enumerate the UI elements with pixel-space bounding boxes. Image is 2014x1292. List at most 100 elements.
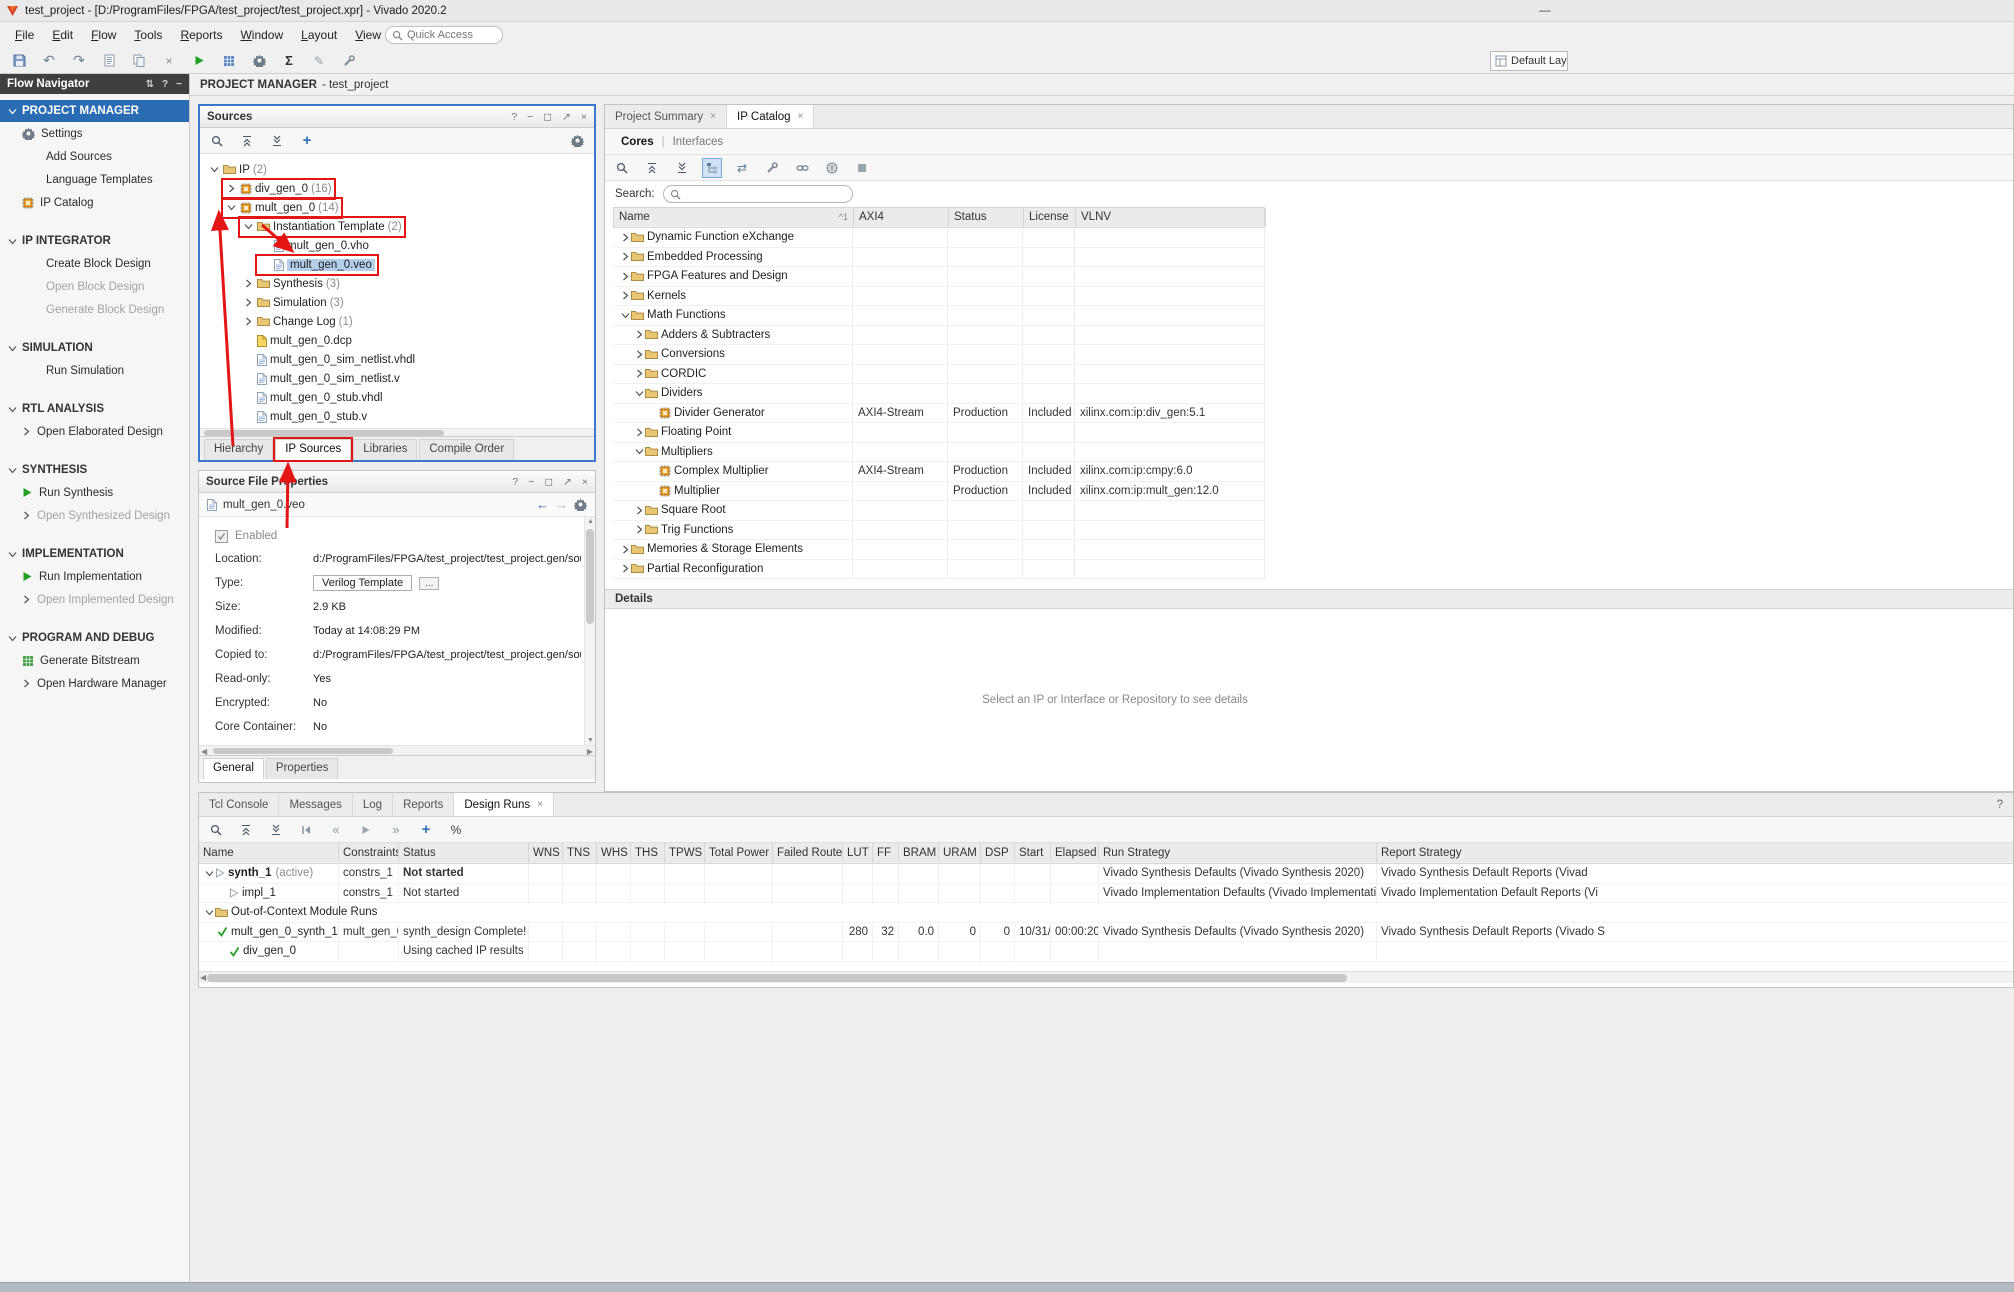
menu-file[interactable]: File xyxy=(6,24,43,46)
column-header-name[interactable]: Name^1 xyxy=(614,208,854,227)
flow-nav-section-simulation[interactable]: SIMULATION xyxy=(0,337,189,359)
ip-catalog-group-square-root[interactable]: Square Root xyxy=(613,501,1265,521)
close-icon[interactable]: × xyxy=(798,111,804,122)
column-header-run-strategy[interactable]: Run Strategy xyxy=(1099,843,1377,863)
scroll-up-icon[interactable]: ▲ xyxy=(585,518,595,525)
flow-nav-item-open-hardware-manager[interactable]: Open Hardware Manager xyxy=(0,672,189,695)
sigma-button[interactable]: Σ xyxy=(280,52,298,70)
column-header-failed-routes[interactable]: Failed Routes xyxy=(773,843,843,863)
tab-ip-catalog[interactable]: IP Catalog× xyxy=(727,105,814,128)
expand-all-button[interactable] xyxy=(673,159,691,177)
menu-reports[interactable]: Reports xyxy=(171,24,231,46)
flow-nav-section-implementation[interactable]: IMPLEMENTATION xyxy=(0,543,189,565)
flow-nav-item-open-block-design[interactable]: Open Block Design xyxy=(0,275,189,298)
design-run-row-synth-1[interactable]: synth_1(active)constrs_1Not startedVivad… xyxy=(199,864,2013,884)
add-button[interactable]: + xyxy=(417,821,435,839)
copy-button[interactable] xyxy=(130,52,148,70)
delete-button[interactable]: × xyxy=(160,52,178,70)
back-arrow-icon[interactable]: ← xyxy=(536,498,549,511)
tab-messages[interactable]: Messages xyxy=(279,793,352,816)
collapse-all-button[interactable] xyxy=(238,132,256,150)
ip-catalog-group-math-functions[interactable]: Math Functions xyxy=(613,306,1265,326)
flow-nav-item-settings[interactable]: Settings xyxy=(0,122,189,145)
tree-item-mult-gen-0-dcp[interactable]: mult_gen_0.dcp xyxy=(200,331,594,350)
properties-h-scrollbar[interactable]: ◀ ▶ xyxy=(199,745,595,755)
enabled-checkbox[interactable] xyxy=(215,530,228,543)
column-header-constraints[interactable]: Constraints xyxy=(339,843,399,863)
column-header-status[interactable]: Status xyxy=(949,208,1024,227)
close-icon[interactable]: × xyxy=(710,111,716,122)
ip-catalog-row-complex-multiplier[interactable]: Complex MultiplierAXI4-StreamProductionI… xyxy=(613,462,1265,482)
wrench-button[interactable] xyxy=(763,159,781,177)
layout-selector[interactable]: Default Layout xyxy=(1490,51,1568,71)
quick-access-search[interactable] xyxy=(385,26,503,44)
scroll-left-icon[interactable]: ◀ xyxy=(200,973,206,982)
column-header-ff[interactable]: FF xyxy=(873,843,899,863)
minimize-icon[interactable]: − xyxy=(176,79,182,90)
column-header-start[interactable]: Start xyxy=(1015,843,1051,863)
tree-item-mult-gen-0-vho[interactable]: mult_gen_0.vho xyxy=(200,236,594,255)
flow-nav-item-run-implementation[interactable]: Run Implementation xyxy=(0,565,189,588)
properties-v-scrollbar[interactable]: ▲ ▼ xyxy=(584,517,595,745)
tab-ip-sources[interactable]: IP Sources xyxy=(275,439,351,460)
design-run-row-div-gen-0[interactable]: div_gen_0Using cached IP results xyxy=(199,942,2013,962)
search-button[interactable] xyxy=(207,821,225,839)
blocks-button[interactable] xyxy=(220,52,238,70)
browse-button[interactable]: ... xyxy=(419,577,439,590)
column-header-bram[interactable]: BRAM xyxy=(899,843,939,863)
help-icon[interactable]: ? xyxy=(511,111,517,123)
ip-catalog-group-dynamic-function-exchange[interactable]: Dynamic Function eXchange xyxy=(613,228,1265,248)
float-icon[interactable]: ◻ xyxy=(544,476,553,488)
expand-all-button[interactable] xyxy=(268,132,286,150)
first-button[interactable] xyxy=(297,821,315,839)
ip-catalog-row-divider-generator[interactable]: Divider GeneratorAXI4-StreamProductionIn… xyxy=(613,404,1265,424)
ip-catalog-group-fpga-features-and-design[interactable]: FPGA Features and Design xyxy=(613,267,1265,287)
scrollbar-thumb[interactable] xyxy=(204,430,444,436)
help-icon[interactable]: ? xyxy=(162,79,168,90)
pencil-button[interactable]: ✎ xyxy=(310,52,328,70)
transfer-button[interactable]: ⇄ xyxy=(733,159,751,177)
gear-icon[interactable] xyxy=(574,498,587,511)
flow-nav-item-create-block-design[interactable]: Create Block Design xyxy=(0,252,189,275)
collapse-all-button[interactable] xyxy=(643,159,661,177)
probe-button[interactable] xyxy=(340,52,358,70)
minimize-icon[interactable]: − xyxy=(528,476,534,488)
column-header-report-strategy[interactable]: Report Strategy xyxy=(1377,843,2013,863)
settings-button[interactable] xyxy=(250,52,268,70)
column-header-axi4[interactable]: AXI4 xyxy=(854,208,949,227)
column-header-tns[interactable]: TNS xyxy=(563,843,597,863)
tree-item-simulation[interactable]: Simulation(3) xyxy=(200,293,594,312)
flow-nav-item-generate-bitstream[interactable]: Generate Bitstream xyxy=(0,649,189,672)
ip-catalog-group-dividers[interactable]: Dividers xyxy=(613,384,1265,404)
sources-h-scrollbar[interactable] xyxy=(200,428,594,436)
updown-icon[interactable]: ⇅ xyxy=(146,79,154,90)
menu-edit[interactable]: Edit xyxy=(43,24,82,46)
tree-item-mult-gen-0-sim-netlist-vhdl[interactable]: mult_gen_0_sim_netlist.vhdl xyxy=(200,350,594,369)
menu-window[interactable]: Window xyxy=(231,24,292,46)
next-button[interactable]: » xyxy=(387,821,405,839)
search-button[interactable] xyxy=(613,159,631,177)
scrollbar-thumb[interactable] xyxy=(207,974,1347,982)
report-button[interactable] xyxy=(100,52,118,70)
help-icon[interactable]: ? xyxy=(1987,793,2013,816)
ip-catalog-group-floating-point[interactable]: Floating Point xyxy=(613,423,1265,443)
ip-catalog-group-trig-functions[interactable]: Trig Functions xyxy=(613,521,1265,541)
column-header-license[interactable]: License xyxy=(1024,208,1076,227)
flow-nav-item-run-synthesis[interactable]: Run Synthesis xyxy=(0,481,189,504)
menu-layout[interactable]: Layout xyxy=(292,24,346,46)
close-icon[interactable]: × xyxy=(582,476,588,488)
flow-nav-item-run-simulation[interactable]: Run Simulation xyxy=(0,359,189,382)
collapse-all-button[interactable] xyxy=(237,821,255,839)
tree-item-div-gen-0[interactable]: div_gen_0(16) xyxy=(200,179,594,198)
ip-catalog-group-multipliers[interactable]: Multipliers xyxy=(613,443,1265,463)
column-header-ths[interactable]: THS xyxy=(631,843,665,863)
scrollbar-thumb[interactable] xyxy=(213,748,393,754)
menu-view[interactable]: View xyxy=(346,24,390,46)
flow-nav-section-rtl-analysis[interactable]: RTL ANALYSIS xyxy=(0,398,189,420)
column-header-vlnv[interactable]: VLNV xyxy=(1076,208,1266,227)
tree-item-mult-gen-0[interactable]: mult_gen_0(14) xyxy=(200,198,594,217)
minimize-button[interactable]: — xyxy=(1532,0,1558,22)
ip-catalog-group-memories-storage-elements[interactable]: Memories & Storage Elements xyxy=(613,540,1265,560)
flow-nav-item-language-templates[interactable]: Language Templates xyxy=(0,168,189,191)
flow-nav-item-open-synthesized-design[interactable]: Open Synthesized Design xyxy=(0,504,189,527)
